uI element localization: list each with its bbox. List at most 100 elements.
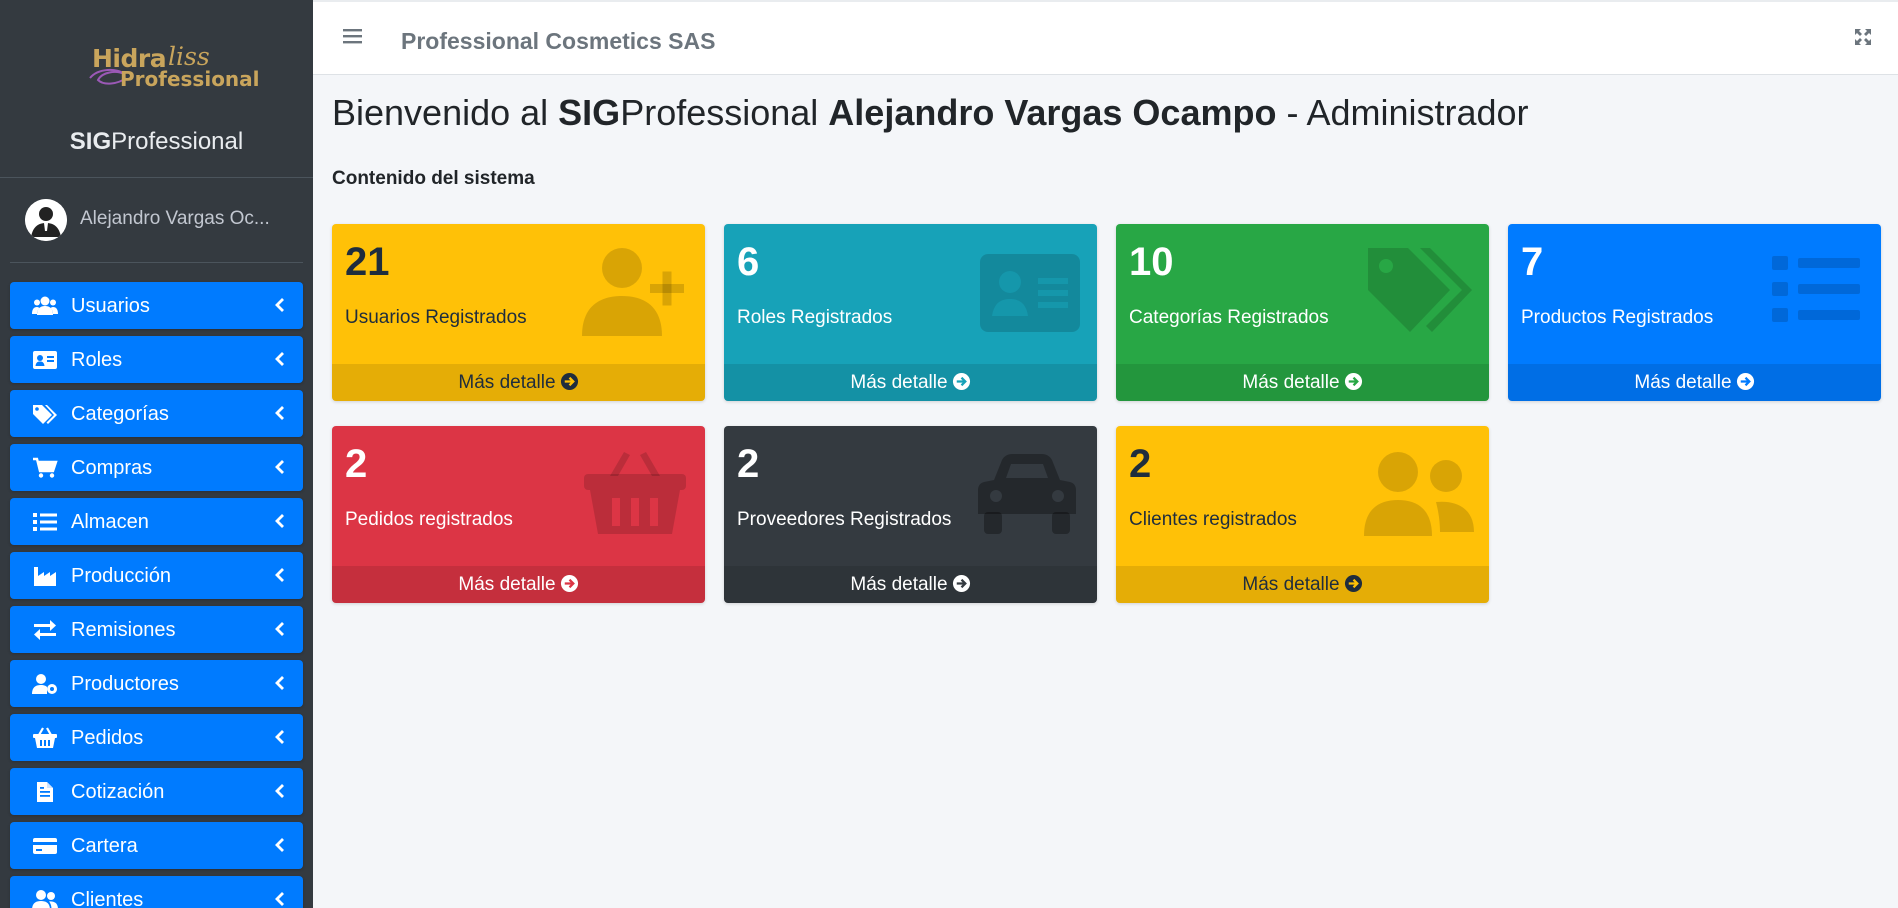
- sidebar-item-categorias[interactable]: Categorías: [10, 390, 303, 437]
- stat-box-clientes: 2 Clientes registrados Más detalle: [1116, 426, 1489, 603]
- user-plus-icon: [582, 248, 684, 336]
- sidebar-item-produccion[interactable]: Producción: [10, 552, 303, 599]
- sidebar-item-remisiones[interactable]: Remisiones: [10, 606, 303, 653]
- user-cog-icon: [32, 674, 57, 694]
- user-friends-icon: [32, 890, 58, 908]
- chevron-left-icon: [275, 514, 284, 528]
- sidebar-item-clientes[interactable]: Clientes: [10, 876, 303, 908]
- file-icon: [37, 782, 53, 802]
- company-link[interactable]: Professional Cosmetics SAS: [401, 28, 715, 55]
- stat-count: 21: [345, 240, 390, 284]
- sidebar-item-label: Compras: [71, 457, 153, 479]
- stat-box-productos: 7 Productos Registrados Más detalle: [1508, 224, 1881, 401]
- industry-icon: [34, 567, 56, 586]
- brand-name: SIGProfessional: [69, 128, 244, 155]
- more-details-link[interactable]: Más detalle: [1116, 364, 1489, 401]
- stat-count: 2: [1129, 442, 1152, 486]
- list-icon: [33, 513, 57, 531]
- chevron-left-icon: [275, 892, 284, 906]
- sidebar-item-label: Roles: [71, 349, 123, 371]
- chevron-left-icon: [275, 406, 284, 420]
- user-friends-icon: [1364, 452, 1474, 536]
- car-icon: [978, 454, 1076, 534]
- stat-count: 10: [1129, 240, 1174, 284]
- basket-icon: [584, 452, 686, 534]
- brand-logo: Hidra liss Professional: [88, 42, 260, 92]
- user-name[interactable]: Alejandro Vargas Oc...: [80, 208, 270, 230]
- arrow-circle-right-icon: [1344, 574, 1362, 593]
- stat-count: 2: [737, 442, 760, 486]
- credit-card-icon: [33, 838, 57, 854]
- stat-label: Proveedores Registrados: [737, 509, 952, 530]
- sidebar-item-cartera[interactable]: Cartera: [10, 822, 303, 869]
- arrow-circle-right-icon: [560, 372, 578, 391]
- arrow-circle-right-icon: [1344, 372, 1362, 391]
- stat-count: 2: [345, 442, 368, 486]
- exchange-icon: [34, 620, 56, 640]
- cart-icon: [33, 457, 58, 478]
- stat-box-usuarios: 21 Usuarios Registrados Más detalle: [332, 224, 705, 401]
- sidebar-item-label: Usuarios: [71, 295, 150, 317]
- sidebar-nav: Usuarios Roles Categorías Compras Almace…: [10, 282, 303, 908]
- stat-label: Clientes registrados: [1129, 509, 1297, 530]
- more-details-link[interactable]: Más detalle: [1116, 566, 1489, 603]
- sidebar-item-label: Pedidos: [71, 727, 144, 749]
- chevron-left-icon: [275, 352, 284, 366]
- sidebar-item-cotizacion[interactable]: Cotización: [10, 768, 303, 815]
- chevron-left-icon: [275, 298, 284, 312]
- page-title: Bienvenido al SIGProfessional Alejandro …: [332, 92, 1529, 133]
- arrow-circle-right-icon: [560, 574, 578, 593]
- logo-text-professional: Professional: [120, 67, 260, 91]
- sidebar-item-roles[interactable]: Roles: [10, 336, 303, 383]
- section-heading: Contenido del sistema: [332, 168, 535, 189]
- stat-count: 7: [1521, 240, 1544, 284]
- more-details-link[interactable]: Más detalle: [724, 566, 1097, 603]
- topbar: Professional Cosmetics SAS: [313, 0, 1898, 75]
- stat-box-roles: 6 Roles Registrados Más detalle: [724, 224, 1097, 401]
- sidebar-item-productores[interactable]: Productores: [10, 660, 303, 707]
- brand[interactable]: Hidra liss Professional SIGProfessional: [0, 0, 313, 178]
- sidebar-item-label: Cartera: [71, 835, 138, 857]
- stat-count: 6: [737, 240, 760, 284]
- sidebar-item-label: Producción: [71, 565, 172, 587]
- chevron-left-icon: [275, 460, 284, 474]
- user-panel[interactable]: Alejandro Vargas Oc...: [10, 178, 303, 263]
- stat-label: Roles Registrados: [737, 307, 893, 328]
- stat-box-proveedores: 2 Proveedores Registrados Más detalle: [724, 426, 1097, 603]
- sidebar-item-label: Productores: [71, 673, 179, 695]
- sidebar-item-almacen[interactable]: Almacen: [10, 498, 303, 545]
- sidebar-item-compras[interactable]: Compras: [10, 444, 303, 491]
- sidebar-item-label: Cotización: [71, 781, 165, 803]
- avatar[interactable]: [25, 199, 67, 241]
- stat-box-pedidos: 2 Pedidos registrados Más detalle: [332, 426, 705, 603]
- stat-label: Productos Registrados: [1521, 307, 1714, 328]
- users-icon: [32, 296, 58, 315]
- sidebar: Hidra liss Professional SIGProfessional …: [0, 0, 313, 908]
- chevron-left-icon: [275, 784, 284, 798]
- basket-icon: [33, 727, 57, 748]
- sidebar-item-label: Almacen: [71, 511, 149, 533]
- tags-icon: [33, 405, 57, 424]
- chevron-left-icon: [275, 730, 284, 744]
- arrow-circle-right-icon: [952, 574, 970, 593]
- sidebar-item-usuarios[interactable]: Usuarios: [10, 282, 303, 329]
- more-details-link[interactable]: Más detalle: [332, 566, 705, 603]
- sidebar-item-label: Clientes: [71, 889, 144, 908]
- more-details-link[interactable]: Más detalle: [332, 364, 705, 401]
- stat-label: Categorías Registrados: [1129, 307, 1329, 328]
- arrow-circle-right-icon: [1736, 372, 1754, 391]
- chevron-left-icon: [275, 622, 284, 636]
- sidebar-item-pedidos[interactable]: Pedidos: [10, 714, 303, 761]
- tags-icon: [1368, 248, 1472, 332]
- more-details-link[interactable]: Más detalle: [724, 364, 1097, 401]
- chevron-left-icon: [275, 838, 284, 852]
- chevron-left-icon: [275, 568, 284, 582]
- menu-toggle-icon[interactable]: [343, 28, 362, 44]
- id-card-icon: [33, 351, 57, 369]
- list-icon: [1772, 256, 1860, 322]
- user-avatar-icon: [25, 199, 67, 241]
- more-details-link[interactable]: Más detalle: [1508, 364, 1881, 401]
- sidebar-item-label: Remisiones: [71, 619, 176, 641]
- sidebar-item-label: Categorías: [71, 403, 169, 425]
- fullscreen-icon[interactable]: [1854, 28, 1872, 46]
